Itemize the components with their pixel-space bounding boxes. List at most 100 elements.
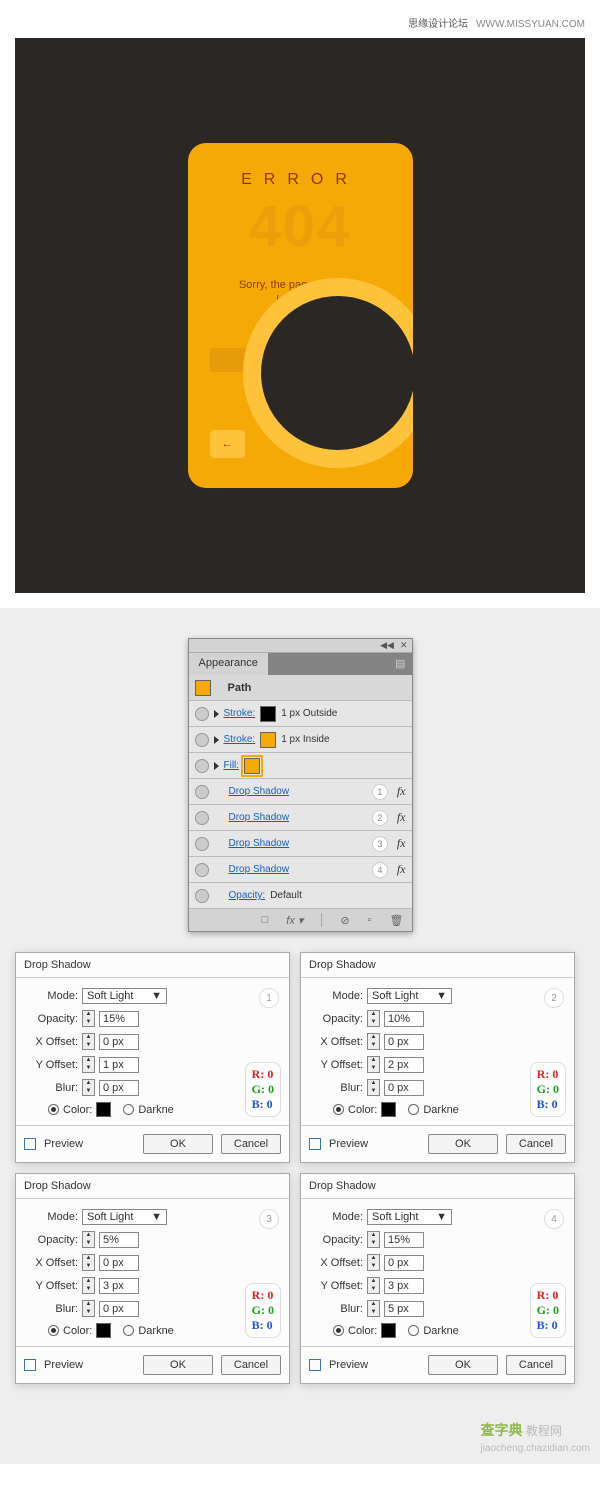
collapse-icon[interactable]: ◀◀ [380, 640, 394, 651]
visibility-icon[interactable] [195, 863, 209, 877]
visibility-icon[interactable] [195, 759, 209, 773]
opacity-input[interactable]: 5% [99, 1232, 139, 1248]
close-icon[interactable]: ✕ [400, 640, 408, 651]
fill-swatch[interactable] [244, 758, 260, 774]
visibility-icon[interactable] [195, 889, 209, 903]
preview-checkbox[interactable] [24, 1138, 36, 1150]
color-swatch[interactable] [381, 1323, 396, 1338]
drop-shadow-row-1[interactable]: Drop Shadow 1 fx [189, 779, 412, 805]
disclosure-icon[interactable] [214, 710, 219, 718]
appearance-target-row[interactable]: Path [189, 675, 412, 701]
stroke-row-1[interactable]: Stroke: 1 px Outside [189, 701, 412, 727]
new-art-icon[interactable]: □ [262, 914, 269, 926]
preview-checkbox[interactable] [309, 1359, 321, 1371]
trash-icon[interactable]: 🗑 [390, 914, 404, 927]
stepper[interactable]: ▲▼ [82, 1231, 95, 1248]
drop-shadow-dialog[interactable]: Drop Shadow 2 Mode: Soft Light▼ Opacity:… [300, 952, 575, 1163]
darkness-radio[interactable] [408, 1325, 419, 1336]
opacity-input[interactable]: 15% [384, 1232, 424, 1248]
opacity-input[interactable]: 10% [384, 1011, 424, 1027]
cancel-button[interactable]: Cancel [221, 1134, 281, 1154]
duplicate-icon[interactable]: ▫ [368, 914, 372, 926]
stepper[interactable]: ▲▼ [82, 1056, 95, 1073]
stepper[interactable]: ▲▼ [82, 1254, 95, 1271]
disclosure-icon[interactable] [214, 736, 219, 744]
stepper[interactable]: ▲▼ [367, 1010, 380, 1027]
stroke-link[interactable]: Stroke: [224, 708, 256, 719]
stepper[interactable]: ▲▼ [367, 1056, 380, 1073]
color-swatch[interactable] [96, 1102, 111, 1117]
stepper[interactable]: ▲▼ [367, 1277, 380, 1294]
panel-menu-icon[interactable]: ▤ [389, 653, 411, 675]
drop-shadow-row-2[interactable]: Drop Shadow 2 fx [189, 805, 412, 831]
blur-input[interactable]: 5 px [384, 1301, 424, 1317]
drop-shadow-row-4[interactable]: Drop Shadow 4 fx [189, 857, 412, 883]
xoffset-input[interactable]: 0 px [384, 1255, 424, 1271]
yoffset-input[interactable]: 3 px [99, 1278, 139, 1294]
blur-input[interactable]: 0 px [384, 1080, 424, 1096]
back-button[interactable]: ← [210, 430, 245, 458]
ok-button[interactable]: OK [143, 1355, 213, 1375]
visibility-icon[interactable] [195, 811, 209, 825]
preview-checkbox[interactable] [24, 1359, 36, 1371]
mode-dropdown[interactable]: Soft Light▼ [82, 1209, 167, 1225]
ok-button[interactable]: OK [143, 1134, 213, 1154]
ok-button[interactable]: OK [428, 1355, 498, 1375]
visibility-icon[interactable] [195, 733, 209, 747]
ok-button[interactable]: OK [428, 1134, 498, 1154]
yoffset-input[interactable]: 2 px [384, 1057, 424, 1073]
mode-dropdown[interactable]: Soft Light▼ [82, 988, 167, 1004]
tab-appearance[interactable]: Appearance [189, 653, 268, 675]
color-radio[interactable] [48, 1104, 59, 1115]
stepper[interactable]: ▲▼ [82, 1010, 95, 1027]
opacity-row[interactable]: Opacity: Default [189, 883, 412, 909]
stepper[interactable]: ▲▼ [367, 1300, 380, 1317]
visibility-icon[interactable] [195, 785, 209, 799]
opacity-link[interactable]: Opacity: [229, 890, 266, 901]
appearance-panel[interactable]: ◀◀ ✕ Appearance ▤ Path Stroke: 1 px Outs… [188, 638, 413, 932]
blur-input[interactable]: 0 px [99, 1301, 139, 1317]
color-swatch[interactable] [381, 1102, 396, 1117]
drop-shadow-dialog[interactable]: Drop Shadow 3 Mode: Soft Light▼ Opacity:… [15, 1173, 290, 1384]
mode-dropdown[interactable]: Soft Light▼ [367, 988, 452, 1004]
xoffset-input[interactable]: 0 px [99, 1255, 139, 1271]
drop-shadow-dialog[interactable]: Drop Shadow 4 Mode: Soft Light▼ Opacity:… [300, 1173, 575, 1384]
stepper[interactable]: ▲▼ [367, 1033, 380, 1050]
xoffset-input[interactable]: 0 px [384, 1034, 424, 1050]
drop-shadow-dialog[interactable]: Drop Shadow 1 Mode: Soft Light▼ Opacity:… [15, 952, 290, 1163]
stroke-swatch[interactable] [260, 706, 276, 722]
darkness-radio[interactable] [123, 1104, 134, 1115]
stepper[interactable]: ▲▼ [367, 1079, 380, 1096]
stepper[interactable]: ▲▼ [367, 1231, 380, 1248]
disclosure-icon[interactable] [214, 762, 219, 770]
blur-input[interactable]: 0 px [99, 1080, 139, 1096]
visibility-icon[interactable] [195, 707, 209, 721]
yoffset-input[interactable]: 1 px [99, 1057, 139, 1073]
yoffset-input[interactable]: 3 px [384, 1278, 424, 1294]
stepper[interactable]: ▲▼ [82, 1079, 95, 1096]
effect-link[interactable]: Drop Shadow [229, 838, 290, 849]
clear-icon[interactable]: ⊘ [340, 914, 349, 927]
cancel-button[interactable]: Cancel [506, 1355, 566, 1375]
darkness-radio[interactable] [408, 1104, 419, 1115]
darkness-radio[interactable] [123, 1325, 134, 1336]
effect-link[interactable]: Drop Shadow [229, 812, 290, 823]
stroke-link[interactable]: Stroke: [224, 734, 256, 745]
visibility-icon[interactable] [195, 837, 209, 851]
opacity-input[interactable]: 15% [99, 1011, 139, 1027]
effect-link[interactable]: Drop Shadow [229, 864, 290, 875]
color-radio[interactable] [333, 1104, 344, 1115]
color-radio[interactable] [333, 1325, 344, 1336]
color-radio[interactable] [48, 1325, 59, 1336]
cancel-button[interactable]: Cancel [506, 1134, 566, 1154]
cancel-button[interactable]: Cancel [221, 1355, 281, 1375]
drop-shadow-row-3[interactable]: Drop Shadow 3 fx [189, 831, 412, 857]
fx-menu-icon[interactable]: fx ▾ [286, 914, 303, 927]
stepper[interactable]: ▲▼ [82, 1300, 95, 1317]
fill-row[interactable]: Fill: [189, 753, 412, 779]
mode-dropdown[interactable]: Soft Light▼ [367, 1209, 452, 1225]
stroke-row-2[interactable]: Stroke: 1 px Inside [189, 727, 412, 753]
fill-link[interactable]: Fill: [224, 760, 240, 771]
stepper[interactable]: ▲▼ [82, 1033, 95, 1050]
effect-link[interactable]: Drop Shadow [229, 786, 290, 797]
